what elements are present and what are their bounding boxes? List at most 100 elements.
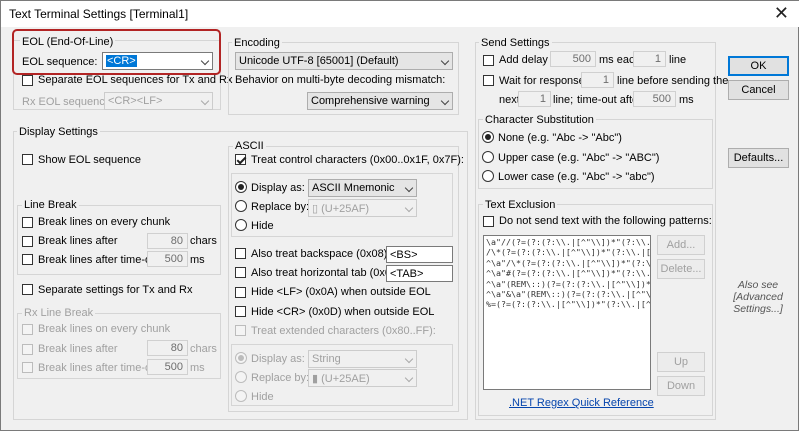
pattern-line: ^\a"(REM\::)(?=(?:(?:\\.|[^"\\])*"(?:\\.	[486, 278, 651, 289]
subst-lower-radio[interactable]	[482, 170, 494, 182]
show-eol-checkbox[interactable]	[22, 154, 33, 165]
display-as-combo[interactable]: ASCII Mnemonic	[308, 179, 417, 197]
ascii-group-title: ASCII	[233, 140, 266, 152]
delay-lines-input[interactable]: 1	[633, 51, 666, 67]
send-settings-title: Send Settings	[479, 37, 552, 49]
ext-replace-by-radio[interactable]	[235, 371, 247, 383]
pattern-line: ^\a"&\a"(REM\::)(?=(?:(?:\\.|[^"\\])*"(?…	[486, 289, 651, 300]
close-icon[interactable]: ✕	[774, 3, 789, 24]
backspace-input[interactable]: <BS>	[386, 246, 453, 263]
subst-upper-radio[interactable]	[482, 151, 494, 163]
replace-by-label: Replace by:	[251, 201, 310, 213]
ext-replace-by-value: ▮ (U+25AE)	[312, 373, 370, 385]
replace-by-radio[interactable]	[235, 200, 247, 212]
tab-checkbox[interactable]	[235, 267, 246, 278]
defaults-button[interactable]: Defaults...	[728, 148, 789, 168]
add-pattern-button[interactable]: Add...	[657, 235, 705, 255]
break-every-chunk-checkbox[interactable]	[22, 217, 33, 228]
hide-cr-checkbox[interactable]	[235, 306, 246, 317]
separate-eol-label: Separate EOL sequences for Tx and Rx	[38, 74, 233, 86]
ext-hide-radio[interactable]	[235, 390, 247, 402]
hide-cr-label: Hide <CR> (0x0D) when outside EOL	[251, 306, 435, 318]
ext-replace-by-combo[interactable]: ▮ (U+25AE)	[308, 369, 417, 387]
backspace-checkbox[interactable]	[235, 248, 246, 259]
rx-break-after-input[interactable]: 80	[147, 340, 188, 356]
ext-display-as-value: String	[312, 353, 341, 365]
note-line: [Advanced	[733, 291, 783, 303]
treat-control-checkbox[interactable]	[235, 154, 246, 165]
separate-eol-checkbox[interactable]	[22, 75, 33, 86]
replace-by-combo[interactable]: ▯ (U+25AF)	[308, 199, 417, 217]
chevron-down-icon	[200, 96, 210, 106]
ext-replace-by-label: Replace by:	[251, 372, 310, 384]
hide-lf-label: Hide <LF> (0x0A) when outside EOL	[251, 286, 431, 298]
add-delay-checkbox[interactable]	[483, 55, 494, 66]
rx-eol-combo[interactable]: <CR><LF>	[104, 92, 213, 110]
encoding-combo[interactable]: Unicode UTF-8 [65001] (Default)	[235, 52, 453, 70]
break-timeout-unit: ms	[190, 254, 205, 266]
display-settings-title: Display Settings	[17, 126, 100, 138]
subst-none-label: None (e.g. "Abc -> "Abc")	[498, 132, 622, 144]
wait-lines-input[interactable]: 1	[581, 72, 614, 88]
rx-break-timeout-input[interactable]: 500	[147, 359, 188, 375]
break-every-chunk-label: Break lines on every chunk	[38, 216, 171, 228]
mismatch-label: Behavior on multi-byte decoding mismatch…	[235, 74, 446, 86]
extended-checkbox[interactable]	[235, 325, 246, 336]
window-title: Text Terminal Settings [Terminal1]	[9, 7, 189, 21]
tab-input[interactable]: <TAB>	[386, 265, 453, 282]
subst-upper-label: Upper case (e.g. "Abc" -> "ABC")	[498, 152, 660, 164]
wait-suffix-label: line before sending the	[617, 75, 729, 87]
break-timeout-input[interactable]: 500	[147, 251, 188, 267]
pattern-line: /\*(?=(?:(?:\\.|[^"\\])*"(?:\\.|[^"\\])*…	[486, 247, 651, 258]
rx-break-every-chunk-checkbox[interactable]	[22, 324, 33, 335]
show-eol-label: Show EOL sequence	[38, 154, 141, 166]
delete-pattern-button[interactable]: Delete...	[657, 259, 705, 279]
note-line: Settings...]	[733, 303, 783, 315]
ext-display-as-label: Display as:	[251, 353, 305, 365]
wait-response-checkbox[interactable]	[483, 75, 494, 86]
rx-line-break-title: Rx Line Break	[22, 307, 96, 319]
regex-reference-link[interactable]: .NET Regex Quick Reference	[509, 397, 654, 409]
separate-tx-rx-label: Separate settings for Tx and Rx	[38, 284, 193, 296]
char-substitution-title: Character Substitution	[483, 114, 596, 126]
next-lines-input[interactable]: 1	[518, 91, 551, 107]
rx-break-after-checkbox[interactable]	[22, 344, 33, 355]
break-after-unit: chars	[190, 235, 217, 247]
break-after-checkbox[interactable]	[22, 236, 33, 247]
rx-break-timeout-checkbox[interactable]	[22, 362, 33, 373]
advanced-settings-note: Also see [Advanced Settings...]	[723, 279, 793, 315]
exclusion-patterns-textbox[interactable]: \a"//(?=(?:(?:\\.|[^"\\])*"(?:\\.|[^"\\]…	[483, 235, 651, 390]
mismatch-combo[interactable]: Comprehensive warning	[307, 92, 453, 110]
hide-radio[interactable]	[235, 219, 247, 231]
dont-send-label: Do not send text with the following patt…	[499, 215, 712, 227]
chevron-down-icon	[404, 354, 414, 364]
move-up-button[interactable]: Up	[657, 352, 705, 372]
rx-eol-value: <CR><LF>	[108, 95, 163, 107]
settings-dialog: Text Terminal Settings [Terminal1] ✕ EOL…	[0, 0, 799, 431]
separate-tx-rx-checkbox[interactable]	[22, 284, 33, 295]
ext-display-as-radio[interactable]	[235, 352, 247, 364]
cancel-button[interactable]: Cancel	[728, 80, 789, 100]
hide-lf-checkbox[interactable]	[235, 287, 246, 298]
ext-display-as-combo[interactable]: String	[308, 350, 417, 368]
chevron-down-icon	[404, 203, 414, 213]
chevron-down-icon	[404, 373, 414, 383]
send-timeout-input[interactable]: 500	[633, 91, 676, 107]
break-after-input[interactable]: 80	[147, 233, 188, 249]
break-timeout-checkbox[interactable]	[22, 254, 33, 265]
pattern-line: ^\a"#(?=(?:(?:\\.|[^"\\])*"(?:\\.|[^"\\]…	[486, 268, 651, 279]
display-as-radio[interactable]	[235, 181, 247, 193]
move-down-button[interactable]: Down	[657, 376, 705, 396]
dont-send-checkbox[interactable]	[483, 216, 494, 227]
eol-highlight	[12, 29, 221, 75]
hide-label: Hide	[251, 220, 274, 232]
delay-input[interactable]: 500	[550, 51, 596, 67]
display-as-value: ASCII Mnemonic	[312, 182, 395, 194]
encoding-value: Unicode UTF-8 [65001] (Default)	[239, 55, 399, 67]
extended-label: Treat extended characters (0x80..FF):	[251, 325, 436, 337]
ok-button[interactable]: OK	[728, 56, 789, 76]
title-bar: Text Terminal Settings [Terminal1] ✕	[1, 1, 799, 27]
line-semi-label: line;	[553, 94, 574, 106]
subst-none-radio[interactable]	[482, 131, 494, 143]
chevron-down-icon	[404, 183, 414, 193]
